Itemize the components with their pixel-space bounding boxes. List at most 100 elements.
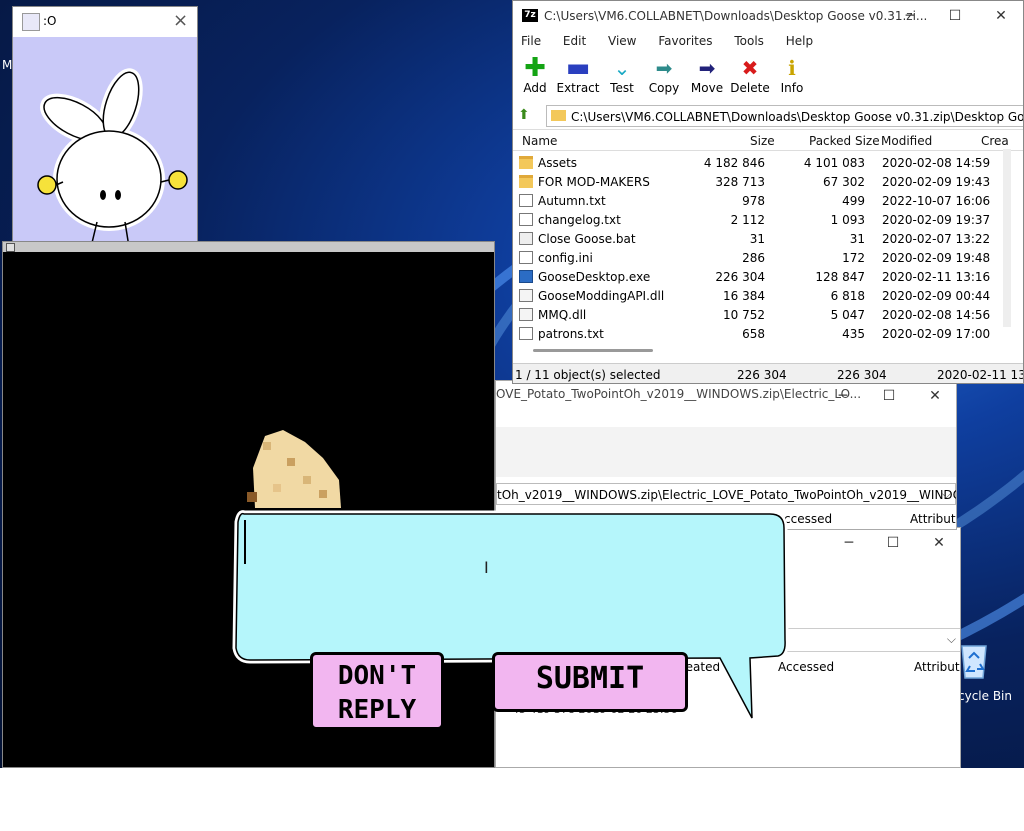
- cell-modified: 2020-02-09 00:44: [882, 289, 991, 303]
- cell-packed: 128 847: [815, 270, 865, 284]
- minimize-button[interactable]: ─: [820, 381, 866, 411]
- table-row[interactable]: Autumn.txt 978 499 2022-10-07 16:06: [513, 192, 1019, 211]
- status-selected: 1 / 11 object(s) selected: [515, 368, 661, 382]
- bunny-window[interactable]: :O ×: [12, 6, 198, 268]
- status-size: 226 304: [737, 368, 787, 382]
- menu-file[interactable]: File: [521, 34, 541, 48]
- address-bar[interactable]: C:\Users\VM6.COLLABNET\Downloads\Desktop…: [546, 105, 1023, 127]
- cell-size: 4 182 846: [703, 156, 765, 170]
- cell-size: 2 112: [730, 213, 765, 227]
- exe-icon: [519, 270, 533, 283]
- window-icon: [6, 243, 15, 252]
- status-packed: 226 304: [837, 368, 887, 382]
- table-row[interactable]: MMQ.dll 10 752 5 047 2020-02-08 14:56: [513, 306, 1019, 325]
- reply-text-input[interactable]: I: [244, 518, 774, 644]
- column-modified[interactable]: Modified: [881, 134, 932, 148]
- cell-packed: 172: [842, 251, 865, 265]
- file-icon: [519, 213, 533, 226]
- status-modified: 2020-02-11 13:16: [937, 368, 1023, 382]
- cell-name: MMQ.dll: [538, 308, 587, 322]
- minimize-button[interactable]: ─: [887, 1, 933, 31]
- column-created[interactable]: Crea: [981, 134, 1009, 148]
- cell-size: 328 713: [715, 175, 765, 189]
- add-label: Add: [523, 81, 547, 95]
- column-attributes[interactable]: Attribut: [910, 512, 956, 526]
- vertical-scrollbar[interactable]: [1003, 149, 1011, 327]
- status-bar: 1 / 11 object(s) selected 226 304 226 30…: [513, 363, 1023, 383]
- info-button[interactable]: ℹ Info: [767, 57, 817, 95]
- recycle-bin-label[interactable]: cycle Bin: [958, 689, 1012, 703]
- menu-bar: File Edit View Favorites Tools Help: [521, 34, 831, 48]
- dont-reply-button[interactable]: DON'T REPLY: [310, 652, 444, 730]
- ribbon-area: [496, 427, 956, 477]
- table-row[interactable]: patrons.txt 658 435 2020-02-09 17:00: [513, 325, 1019, 344]
- menu-favorites[interactable]: Favorites: [658, 34, 712, 48]
- horizontal-scrollbar[interactable]: [533, 349, 653, 352]
- window-title: C:\Users\VM6.COLLABNET\Downloads\Desktop…: [544, 9, 928, 23]
- file-icon: [519, 194, 533, 207]
- cell-size: 286: [742, 251, 765, 265]
- info-label: Info: [780, 81, 804, 95]
- bunny-canvas: [13, 37, 197, 267]
- up-folder-icon[interactable]: ⬆: [518, 107, 534, 123]
- column-name[interactable]: Name: [522, 134, 557, 148]
- titlebar[interactable]: 7z C:\Users\VM6.COLLABNET\Downloads\Desk…: [513, 1, 1023, 31]
- table-row[interactable]: GooseDesktop.exe 226 304 128 847 2020-02-11…: [513, 268, 1019, 287]
- close-button[interactable]: ✕: [916, 528, 960, 558]
- cell-name: FOR MOD-MAKERS: [538, 175, 650, 189]
- cell-size: 226 304: [715, 270, 765, 284]
- cell-name: Assets: [538, 156, 578, 170]
- cell-name: Close Goose.bat: [538, 232, 636, 246]
- desktop-icon-label[interactable]: M: [2, 58, 12, 72]
- cell-size: 978: [742, 194, 765, 208]
- cell-modified: 2020-02-08 14:59: [882, 156, 991, 170]
- cell-name: patrons.txt: [538, 327, 604, 341]
- close-button[interactable]: ✕: [912, 381, 956, 411]
- cell-name: GooseModdingAPI.dll: [538, 289, 665, 303]
- file-icon: [519, 251, 533, 264]
- address-bar[interactable]: tOh_v2019__WINDOWS.zip\Electric_LOVE_Pot…: [496, 483, 956, 505]
- cell-packed: 31: [849, 232, 865, 246]
- delete-label: Delete: [730, 81, 770, 95]
- table-row[interactable]: changelog.txt 2 112 1 093 2020-02-09 19:37: [513, 211, 1019, 230]
- bunny-drawing: [37, 68, 188, 248]
- close-button[interactable]: ✕: [978, 1, 1023, 31]
- menu-edit[interactable]: Edit: [563, 34, 586, 48]
- address-path[interactable]: C:\Users\VM6.COLLABNET\Downloads\Desktop…: [571, 110, 1023, 124]
- table-row[interactable]: FOR MOD-MAKERS 328 713 67 302 2020-02-09 19…: [513, 173, 1019, 192]
- submit-button[interactable]: SUBMIT: [492, 652, 688, 712]
- maximize-button[interactable]: ☐: [866, 381, 912, 411]
- cell-name: Autumn.txt: [538, 194, 606, 208]
- maximize-button[interactable]: ☐: [870, 528, 916, 558]
- menu-view[interactable]: View: [608, 34, 636, 48]
- chevron-down-icon[interactable]: ⌵: [942, 487, 951, 502]
- table-row[interactable]: GooseModdingAPI.dll 16 384 6 818 2020-02-09…: [513, 287, 1019, 306]
- table-row[interactable]: Assets 4 182 846 4 101 083 2020-02-08 14:59: [513, 154, 1019, 173]
- column-size[interactable]: Size: [750, 134, 775, 148]
- address-path[interactable]: tOh_v2019__WINDOWS.zip\Electric_LOVE_Pot…: [497, 488, 956, 502]
- sevenzip-logo-icon: 7z: [522, 9, 538, 22]
- folder-icon: [519, 156, 533, 169]
- menu-help[interactable]: Help: [786, 34, 813, 48]
- maximize-button[interactable]: ☐: [932, 1, 978, 31]
- window-title: OVE_Potato_TwoPointOh_v2019__WINDOWS.zip…: [496, 387, 862, 401]
- potato-sprite: [247, 430, 341, 508]
- column-attributes[interactable]: Attribute: [914, 660, 960, 674]
- cell-modified: 2020-02-09 17:00: [882, 327, 991, 341]
- table-row[interactable]: config.ini 286 172 2020-02-09 19:48: [513, 249, 1019, 268]
- minimize-button[interactable]: ─: [826, 528, 872, 558]
- folder-icon: [519, 175, 533, 188]
- menu-tools[interactable]: Tools: [734, 34, 764, 48]
- column-packed-size[interactable]: Packed Size: [809, 134, 880, 148]
- extract-button[interactable]: ▬ Extract: [553, 55, 603, 95]
- cell-name: GooseDesktop.exe: [538, 270, 651, 284]
- cell-packed: 67 302: [823, 175, 865, 189]
- sevenzip-window[interactable]: 7z C:\Users\VM6.COLLABNET\Downloads\Desk…: [512, 0, 1024, 384]
- recycle-bin-icon[interactable]: [956, 640, 996, 684]
- text-cursor-icon: I: [484, 558, 489, 577]
- text-caret: [244, 520, 246, 564]
- table-row[interactable]: Close Goose.bat 31 31 2020-02-07 13:22: [513, 230, 1019, 249]
- bunny-window-titlebar[interactable]: :O ×: [13, 7, 197, 37]
- close-button[interactable]: ×: [173, 10, 188, 31]
- chevron-down-icon[interactable]: ⌵: [947, 632, 956, 647]
